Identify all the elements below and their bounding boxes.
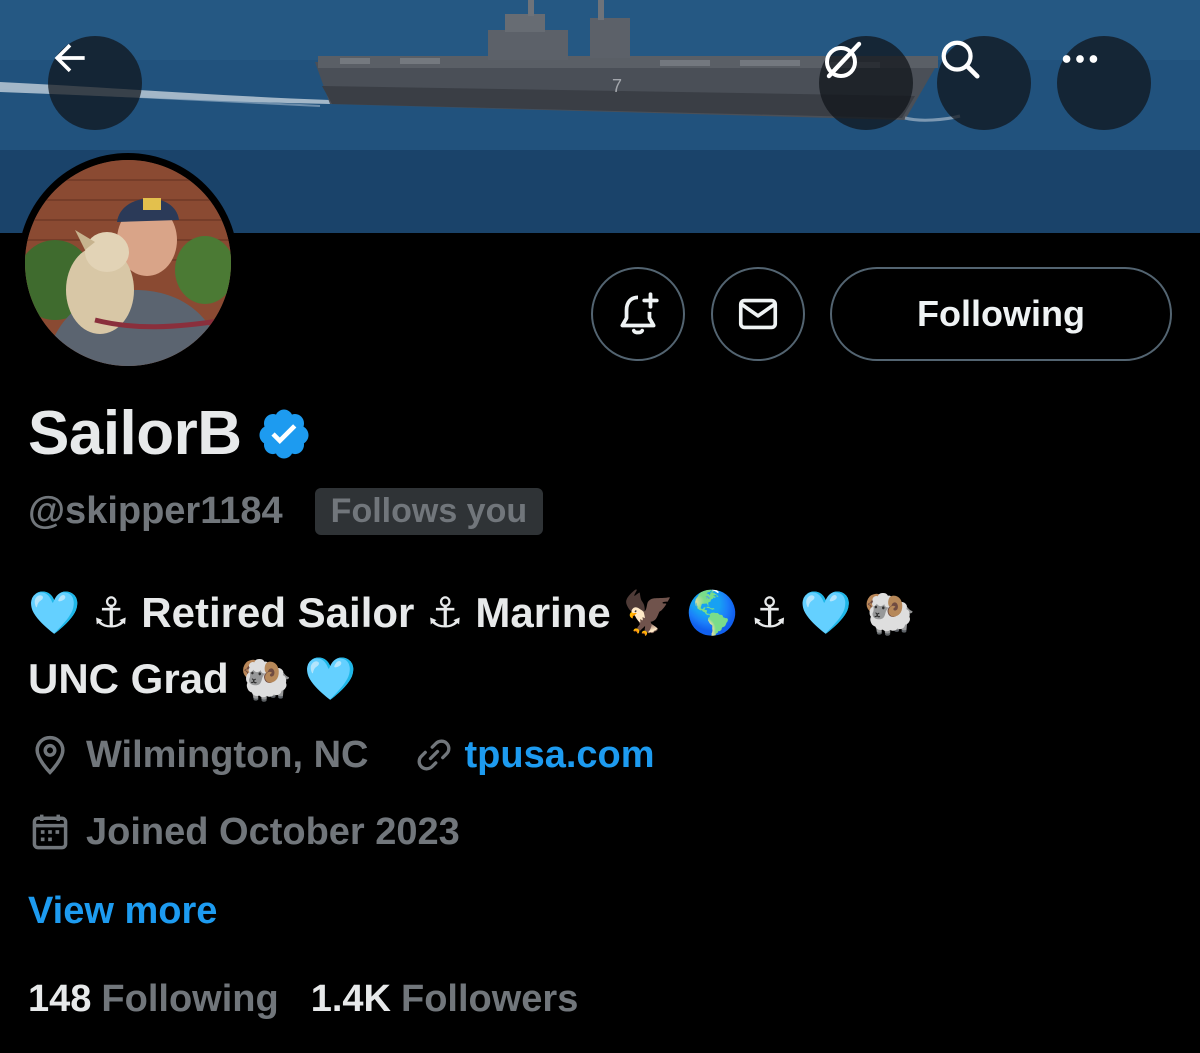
follow-stats: 148 Following 1.4K Followers — [28, 978, 578, 1021]
view-more-link[interactable]: View more — [28, 890, 217, 933]
following-button[interactable]: Following — [830, 267, 1172, 361]
joined-text: Joined October 2023 — [86, 810, 460, 853]
following-count: 148 — [28, 978, 92, 1020]
message-button[interactable] — [711, 267, 805, 361]
bio-line: 🩵 ⚓ Retired Sailor ⚓ Marine 🦅 🌎 ⚓ 🩵 🐏 — [28, 589, 916, 636]
avatar-photo — [25, 160, 231, 366]
followers-stat[interactable]: 1.4K Followers — [311, 978, 579, 1021]
followers-count: 1.4K — [310, 978, 391, 1020]
display-name: SailorB — [28, 399, 242, 468]
follows-you-badge: Follows you — [314, 488, 544, 535]
bio-line: UNC Grad 🐏 🩵 — [28, 655, 357, 702]
profile-avatar[interactable] — [18, 153, 238, 373]
back-arrow-icon — [54, 43, 85, 73]
search-icon — [941, 40, 980, 79]
following-stat[interactable]: 148 Following — [28, 978, 279, 1021]
profile-page: 7 Following SailorB @skipper1184 Follows… — [0, 0, 1200, 1053]
more-button[interactable] — [1057, 36, 1151, 130]
link-icon — [417, 739, 450, 771]
avatar-image — [25, 160, 231, 366]
followers-label: Followers — [400, 978, 579, 1020]
svg-text:7: 7 — [612, 76, 622, 96]
grok-button[interactable] — [819, 36, 913, 130]
calendar-icon — [32, 814, 68, 850]
back-button[interactable] — [48, 36, 142, 130]
joined-row: Joined October 2023 — [28, 810, 460, 854]
handle: @skipper1184 — [28, 490, 283, 532]
bell-plus-icon — [620, 292, 659, 335]
search-button[interactable] — [937, 36, 1031, 130]
verified-badge-icon[interactable] — [256, 406, 312, 462]
location-row: Wilmington, NC tpusa.com — [28, 733, 655, 777]
envelope-icon — [738, 298, 778, 330]
handle-row: @skipper1184 Follows you — [28, 488, 544, 535]
notifications-button[interactable] — [591, 267, 685, 361]
website-link[interactable]: tpusa.com — [465, 734, 655, 777]
name-row: SailorB — [28, 398, 312, 469]
following-label: Following — [101, 978, 279, 1020]
location-text: Wilmington, NC — [86, 733, 369, 776]
more-icon — [1062, 55, 1098, 63]
location-pin-icon — [35, 735, 65, 775]
grok-icon — [825, 41, 862, 79]
bio: 🩵 ⚓ Retired Sailor ⚓ Marine 🦅 🌎 ⚓ 🩵 🐏 UN… — [28, 580, 1178, 712]
